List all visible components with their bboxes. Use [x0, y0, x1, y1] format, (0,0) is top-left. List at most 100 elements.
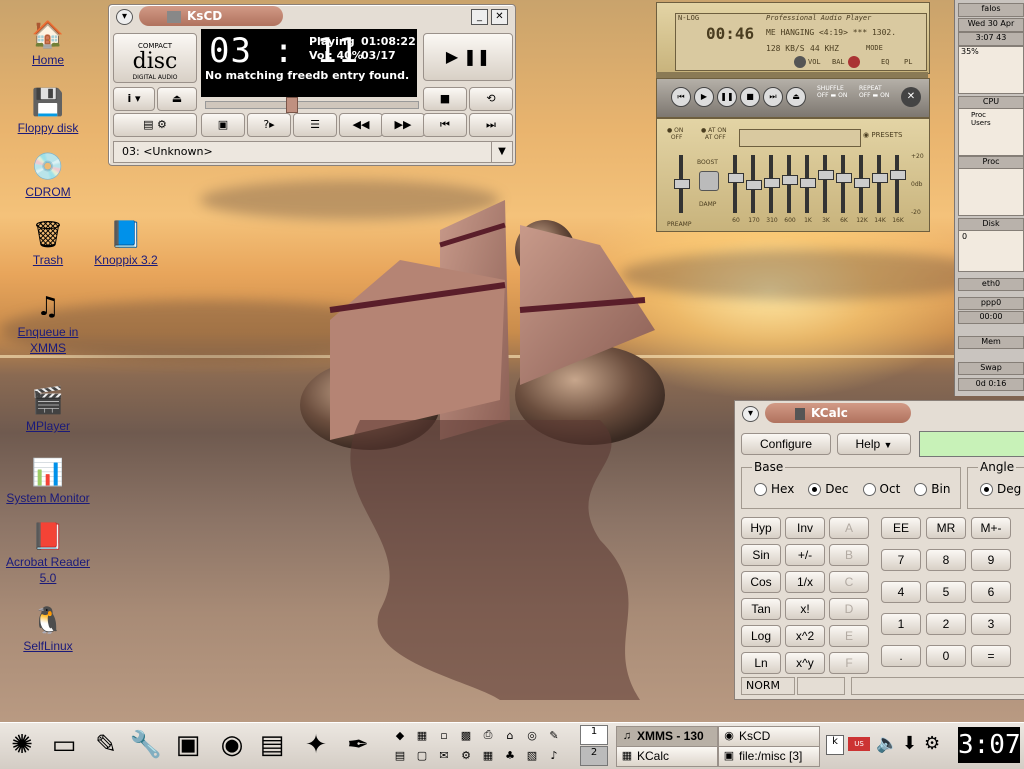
playlist-toggle[interactable]: PL — [904, 58, 912, 66]
stop-button[interactable]: ■ — [423, 87, 467, 111]
calc-key[interactable]: M+- — [971, 517, 1011, 539]
calc-key[interactable]: 3 — [971, 613, 1011, 635]
angle-radio-deg[interactable]: Deg — [980, 482, 1021, 496]
preamp-slider[interactable] — [674, 155, 690, 213]
eq-band-handle[interactable] — [728, 173, 744, 183]
control-center-icon[interactable]: 🔧 — [128, 727, 164, 763]
play-pause-button[interactable]: ▶ ❚❚ — [423, 33, 513, 81]
kcalc-titlebar[interactable]: KCalc — [765, 403, 911, 423]
boost-knob[interactable] — [699, 171, 719, 191]
base-radio-hex[interactable]: Hex — [754, 482, 794, 496]
eq-toggle[interactable]: EQ — [881, 58, 889, 66]
eq-band-slider[interactable]: 12K — [854, 155, 870, 224]
calc-key[interactable]: 4 — [881, 581, 921, 603]
k-menu-icon[interactable]: ✺ — [4, 727, 40, 763]
eject-button[interactable]: ⏏ — [157, 87, 197, 111]
download-icon[interactable]: ⬇ — [902, 733, 917, 754]
mail-icon[interactable]: ✉ — [436, 747, 452, 763]
calc-key[interactable]: EE — [881, 517, 921, 539]
calc-key[interactable]: x^y — [785, 652, 825, 674]
calc-key[interactable]: = — [971, 645, 1011, 667]
volume-slider-handle[interactable] — [286, 97, 298, 113]
eq-band-slider[interactable]: 6K — [836, 155, 852, 224]
base-radio-oct[interactable]: Oct — [862, 482, 900, 496]
music-icon[interactable]: ♪ — [546, 747, 562, 763]
eq-band-slider[interactable]: 3K — [818, 155, 834, 224]
xmms-menu-icon[interactable]: ✕ — [901, 87, 921, 107]
eq-on-toggle[interactable]: ● ON OFF — [667, 127, 683, 141]
desktop-icon[interactable]: 💿 CDROM — [0, 150, 96, 200]
desktop-icon[interactable]: ♫ Enqueue in XMMS — [0, 290, 96, 356]
repeat-toggle[interactable]: REPEAT OFF ▬ ON — [859, 85, 889, 99]
play-button[interactable]: ▶ — [694, 87, 714, 107]
eq-band-handle[interactable] — [890, 170, 906, 180]
desktop-settings-icon[interactable]: ▣ — [170, 727, 206, 763]
minimize-button[interactable]: _ — [471, 9, 488, 25]
document-icon[interactable]: ▫ — [436, 727, 452, 743]
calc-key[interactable]: D — [829, 598, 869, 620]
eject-button[interactable]: ⏏ — [786, 87, 806, 107]
printer-icon[interactable]: ⎙ — [480, 727, 496, 743]
volume-icon[interactable]: 🔈 — [876, 733, 898, 754]
calc-key[interactable]: 0 — [926, 645, 966, 667]
calendar-icon[interactable]: ▦ — [480, 747, 496, 763]
volume-knob[interactable] — [794, 56, 806, 68]
spreadsheet-icon[interactable]: ▤ — [392, 747, 408, 763]
volume-slider[interactable] — [205, 97, 419, 113]
calc-key[interactable]: Inv — [785, 517, 825, 539]
terminal-icon[interactable]: ▦ — [414, 727, 430, 743]
shuffle-toggle[interactable]: SHUFFLE OFF ▬ ON — [817, 85, 847, 99]
calc-key[interactable]: C — [829, 571, 869, 593]
window-menu-button[interactable]: ▾ — [742, 406, 759, 422]
kate-icon[interactable]: ◆ — [392, 727, 408, 743]
previous-button[interactable]: ⏮ — [671, 87, 691, 107]
help-button[interactable]: ?▸ — [247, 113, 291, 137]
chevron-down-icon[interactable]: ▼ — [491, 142, 512, 162]
eq-band-slider[interactable]: 14K — [872, 155, 888, 224]
calc-key[interactable]: E — [829, 625, 869, 647]
folder-icon[interactable]: ▢ — [414, 747, 430, 763]
eq-band-handle[interactable] — [746, 180, 762, 190]
calc-key[interactable]: A — [829, 517, 869, 539]
calc-key[interactable]: +/- — [785, 544, 825, 566]
eq-band-slider[interactable]: 1K — [800, 155, 816, 224]
balance-knob[interactable] — [848, 56, 860, 68]
calc-key[interactable]: Hyp — [741, 517, 781, 539]
cddb-button[interactable]: ▤ ⚙ — [113, 113, 197, 137]
options-button[interactable]: ▣ — [201, 113, 245, 137]
taskbar-button[interactable]: ▦ KCalc — [616, 746, 718, 767]
calc-key[interactable]: 7 — [881, 549, 921, 571]
kscd-titlebar[interactable]: KsCD — [139, 6, 283, 26]
calc-key[interactable]: Ln — [741, 652, 781, 674]
calc-key[interactable]: 6 — [971, 581, 1011, 603]
calc-key[interactable]: B — [829, 544, 869, 566]
calc-key[interactable]: Cos — [741, 571, 781, 593]
taskbar-button[interactable]: ▣ file:/misc [3] — [718, 746, 820, 767]
pager-desktop-1[interactable]: 1 — [580, 725, 608, 745]
file-manager-icon[interactable]: ✎ — [88, 727, 124, 763]
show-desktop-icon[interactable]: ▭ — [46, 727, 82, 763]
image-icon[interactable]: ▩ — [458, 727, 474, 743]
next-button[interactable]: ⏭ — [763, 87, 783, 107]
eq-auto-toggle[interactable]: ● AT ON AT OFF — [701, 127, 727, 141]
klipper-icon[interactable]: k — [826, 735, 844, 755]
eq-presets-button[interactable]: ◉ PRESETS — [863, 131, 902, 139]
desktop-icon[interactable]: 🏠 Home — [0, 18, 96, 68]
panel-clock[interactable]: 3:07 — [958, 727, 1021, 763]
eq-band-slider[interactable]: 16K — [890, 155, 906, 224]
browser-icon[interactable]: ◉ — [214, 727, 250, 763]
eq-band-handle[interactable] — [836, 173, 852, 183]
eq-band-handle[interactable] — [800, 178, 816, 188]
base-radio-dec[interactable]: Dec — [808, 482, 849, 496]
editor-icon[interactable]: ✒ — [340, 727, 376, 763]
desktop-icon[interactable]: 📊 System Monitor — [0, 456, 96, 506]
pause-button[interactable]: ❚❚ — [717, 87, 737, 107]
eq-band-slider[interactable]: 170 — [746, 155, 762, 224]
track-select[interactable]: 03: <Unknown> ▼ — [113, 141, 513, 163]
calc-key[interactable]: Sin — [741, 544, 781, 566]
help-button[interactable]: Help ▼ — [837, 433, 911, 455]
eq-band-handle[interactable] — [764, 178, 780, 188]
eq-band-handle[interactable] — [818, 170, 834, 180]
editor-icon[interactable]: ✎ — [546, 727, 562, 743]
calc-key[interactable]: x^2 — [785, 625, 825, 647]
